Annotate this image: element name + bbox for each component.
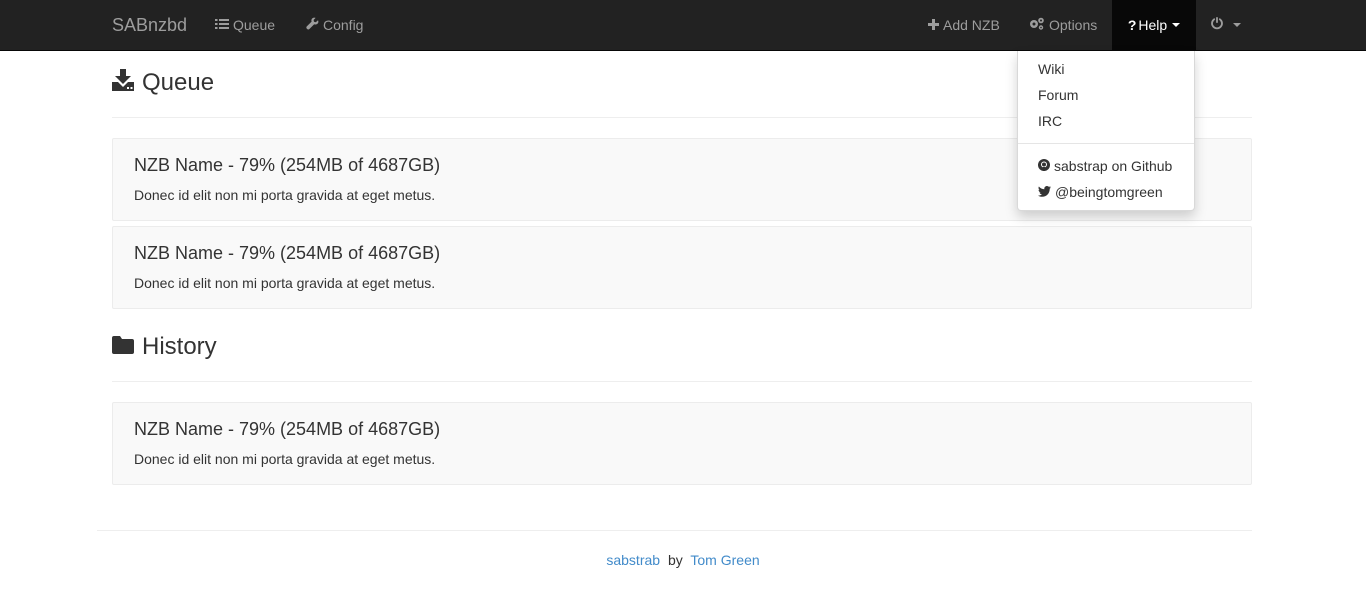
power-icon: [1210, 0, 1228, 50]
history-heading: History: [112, 332, 217, 362]
brand-link[interactable]: SABnzbd: [112, 0, 187, 50]
folder-icon: [112, 333, 142, 361]
twitter-icon: [1038, 184, 1055, 200]
history-item: NZB Name - 79% (254MB of 4687GB) Donec i…: [112, 402, 1252, 485]
queue-item-description: Donec id elit non mi porta gravida at eg…: [134, 187, 436, 203]
help-dropdown-menu: Wiki Forum IRC sabstrap on Github @being…: [1017, 51, 1195, 211]
footer-author-link[interactable]: Tom Green: [690, 552, 759, 568]
footer-by-text: by: [667, 552, 683, 568]
top-navbar: SABnzbd Queue Config Add NZB Options ? H…: [0, 0, 1366, 51]
nav-help-toggle[interactable]: ? Help: [1112, 0, 1196, 50]
menu-divider: [1018, 143, 1194, 144]
queue-item-name: NZB Name - 79% (254MB of 4687GB): [134, 155, 441, 175]
plus-icon: [928, 0, 943, 50]
history-title: History: [142, 333, 217, 360]
queue-item-name: NZB Name - 79% (254MB of 4687GB): [134, 243, 441, 263]
menu-item-wiki[interactable]: Wiki: [1038, 61, 1064, 77]
history-divider: [112, 381, 1252, 382]
caret-down-icon: [1233, 23, 1241, 27]
nav-add-nzb[interactable]: Add NZB: [928, 0, 1000, 50]
menu-item-github-label: sabstrap on Github: [1054, 158, 1173, 174]
nav-add-nzb-label: Add NZB: [943, 17, 1000, 33]
nav-config[interactable]: Config: [306, 0, 363, 50]
queue-item: NZB Name - 79% (254MB of 4687GB) Donec i…: [112, 226, 1252, 309]
queue-heading: Queue: [112, 68, 214, 98]
cogs-icon: [1029, 0, 1049, 50]
menu-item-irc[interactable]: IRC: [1038, 113, 1062, 129]
menu-item-github[interactable]: sabstrap on Github: [1038, 158, 1172, 174]
download-icon: [112, 68, 142, 98]
queue-item-description: Donec id elit non mi porta gravida at eg…: [134, 275, 436, 291]
list-icon: [215, 0, 233, 50]
nav-power-toggle[interactable]: [1210, 0, 1241, 50]
nav-config-label: Config: [323, 17, 364, 33]
github-icon: [1038, 158, 1054, 174]
footer: sabstrab by Tom Green: [0, 552, 1366, 568]
queue-title: Queue: [142, 69, 215, 96]
question-icon: ?: [1127, 17, 1137, 33]
nav-options-label: Options: [1049, 17, 1098, 33]
menu-item-twitter-label: @beingtomgreen: [1055, 184, 1163, 200]
nav-queue[interactable]: Queue: [215, 0, 275, 50]
menu-item-forum[interactable]: Forum: [1038, 87, 1078, 103]
footer-project-link[interactable]: sabstrab: [606, 552, 660, 568]
caret-down-icon: [1172, 23, 1181, 27]
menu-item-twitter[interactable]: @beingtomgreen: [1038, 184, 1163, 200]
wrench-icon: [306, 0, 323, 50]
history-item-description: Donec id elit non mi porta gravida at eg…: [134, 451, 436, 467]
nav-options[interactable]: Options: [1029, 0, 1097, 50]
nav-queue-label: Queue: [233, 17, 276, 33]
history-item-name: NZB Name - 79% (254MB of 4687GB): [134, 419, 441, 439]
nav-help-label: Help: [1138, 17, 1168, 33]
footer-divider: [97, 530, 1252, 531]
